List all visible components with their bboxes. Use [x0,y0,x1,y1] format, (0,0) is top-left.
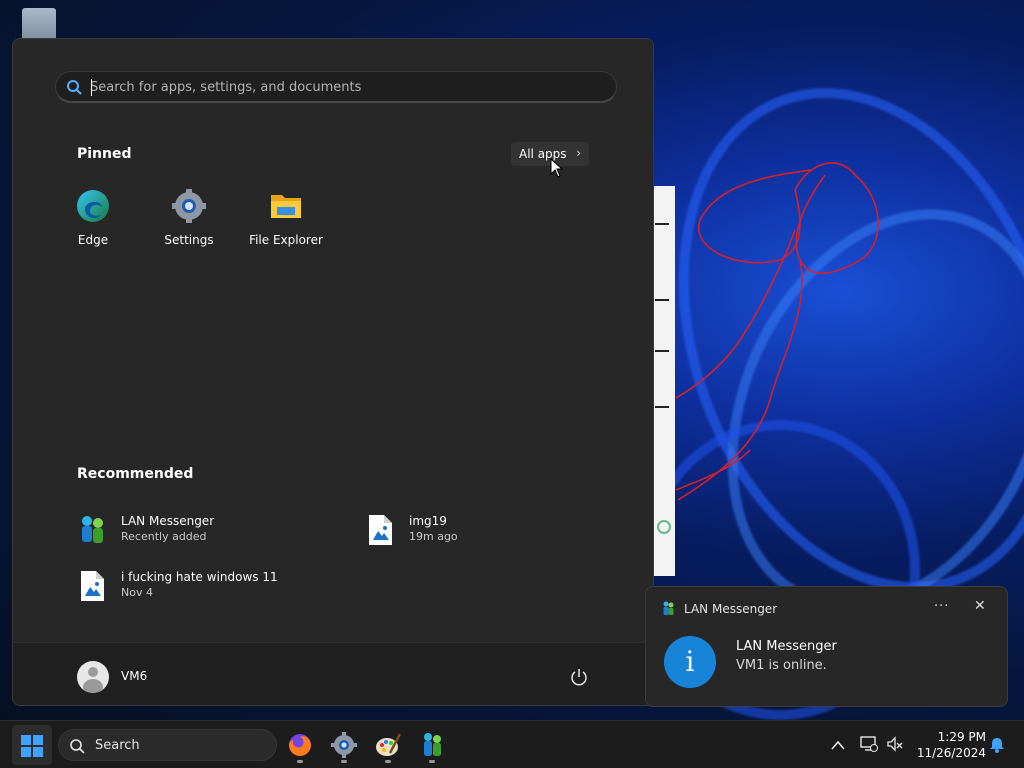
pinned-app-file-explorer[interactable]: File Explorer [242,189,330,247]
notification-app-name: LAN Messenger [684,602,778,616]
start-search-box[interactable] [55,71,617,103]
pinned-app-label: Edge [77,233,109,247]
recommended-subtitle-text: 19m ago [409,530,458,543]
clock-date: 11/26/2024 [916,746,986,760]
info-icon: i [664,636,716,688]
taskbar-app-paint[interactable] [372,729,404,763]
recommended-title-text: i fucking hate windows 11 [121,570,278,584]
windows-logo-icon [21,735,43,757]
pinned-app-label: Settings [164,233,214,247]
start-menu: Pinned All apps › Edge Settings File Exp… [12,38,654,706]
chevron-right-icon: › [576,146,581,160]
pinned-app-settings[interactable]: Settings [145,189,233,247]
taskbar-app-firefox[interactable] [284,729,316,763]
volume-muted-icon[interactable] [886,735,904,753]
mouse-cursor-icon [550,158,564,178]
running-indicator [385,760,391,763]
lan-messenger-icon [424,733,441,756]
start-button[interactable] [12,725,52,765]
recommended-item[interactable]: i fucking hate windows 11 Nov 4 [77,568,317,608]
image-file-icon [81,571,104,601]
network-icon[interactable] [860,735,878,753]
start-search-input[interactable] [90,77,590,97]
recommended-title: Recommended [77,466,194,482]
settings-icon [331,732,357,758]
recommended-item[interactable]: img19 19m ago [365,512,605,552]
pinned-title: Pinned [77,146,132,162]
search-icon [70,739,85,754]
system-clock[interactable]: 1:29 PM 11/26/2024 [914,729,986,761]
user-name[interactable]: VM6 [121,669,147,683]
running-indicator [297,760,303,763]
close-notification-button[interactable]: ✕ [974,598,986,614]
running-indicator [341,760,347,763]
chevron-up-icon[interactable] [830,735,846,755]
pinned-app-label: File Explorer [249,233,323,247]
settings-gear-icon [172,189,206,223]
notification-bell-icon[interactable] [988,736,1006,754]
recommended-title-text: img19 [409,514,447,528]
text-caret [91,79,92,96]
paint-icon [376,733,402,756]
clock-time: 1:29 PM [937,730,986,744]
lan-messenger-icon [663,601,674,615]
recommended-item[interactable]: LAN Messenger Recently added [77,512,317,552]
start-menu-footer: VM6 [13,642,653,705]
recommended-subtitle-text: Nov 4 [121,586,153,599]
edge-icon [77,190,109,222]
recycle-bin-icon[interactable] [22,8,56,42]
taskbar-search[interactable]: Search [58,729,277,761]
pinned-app-edge[interactable]: Edge [49,189,137,247]
taskbar: Search 1:29 PM 11/26/2024 [0,720,1024,768]
lan-messenger-icon [82,516,103,543]
user-avatar[interactable] [77,661,109,693]
notification-body: VM1 is online. [736,658,827,673]
taskbar-app-lan-messenger[interactable] [416,729,448,763]
folder-icon [271,195,301,218]
running-indicator [429,760,435,763]
more-options-button[interactable]: ··· [934,599,949,614]
taskbar-app-settings[interactable] [328,729,360,763]
recommended-title-text: LAN Messenger [121,514,215,528]
notification-toast[interactable]: LAN Messenger ··· ✕ i LAN Messenger VM1 … [645,586,1008,707]
power-icon[interactable] [569,667,589,687]
notification-title: LAN Messenger [736,639,837,654]
red-freehand-drawing [675,162,879,501]
search-icon [67,80,82,95]
image-file-icon [369,515,392,545]
taskbar-search-label: Search [95,738,140,753]
firefox-icon [289,734,311,756]
window-status-icon [657,520,671,534]
recommended-subtitle-text: Recently added [121,530,207,543]
